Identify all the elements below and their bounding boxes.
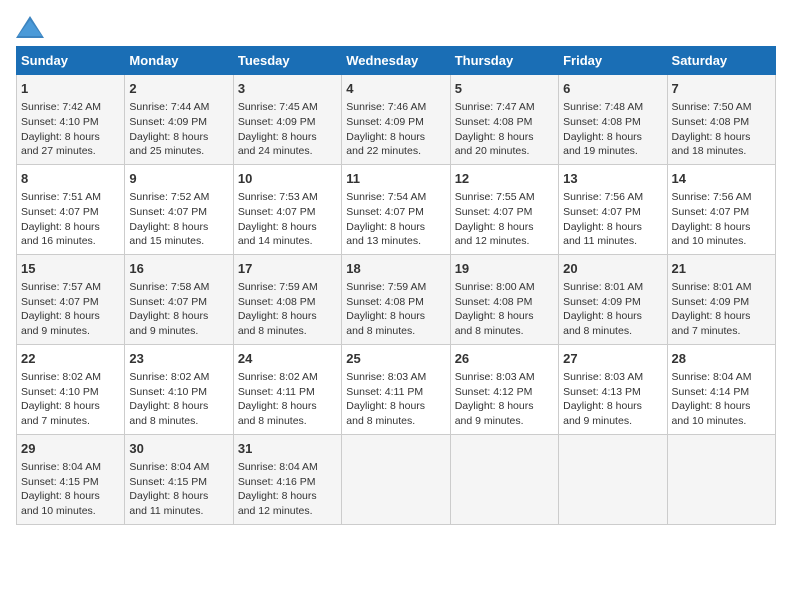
day-number: 31 [238, 440, 337, 458]
calendar-cell: 17Sunrise: 7:59 AMSunset: 4:08 PMDayligh… [233, 254, 341, 344]
day-number: 3 [238, 80, 337, 98]
calendar-cell: 27Sunrise: 8:03 AMSunset: 4:13 PMDayligh… [559, 344, 667, 434]
day-number: 17 [238, 260, 337, 278]
day-number: 14 [672, 170, 771, 188]
header-cell-thursday: Thursday [450, 47, 558, 75]
calendar-cell: 26Sunrise: 8:03 AMSunset: 4:12 PMDayligh… [450, 344, 558, 434]
day-number: 5 [455, 80, 554, 98]
calendar-cell [450, 434, 558, 524]
calendar-cell: 25Sunrise: 8:03 AMSunset: 4:11 PMDayligh… [342, 344, 450, 434]
calendar-cell: 11Sunrise: 7:54 AMSunset: 4:07 PMDayligh… [342, 164, 450, 254]
calendar-cell: 8Sunrise: 7:51 AMSunset: 4:07 PMDaylight… [17, 164, 125, 254]
header-cell-wednesday: Wednesday [342, 47, 450, 75]
day-number: 20 [563, 260, 662, 278]
calendar-cell: 7Sunrise: 7:50 AMSunset: 4:08 PMDaylight… [667, 75, 775, 165]
day-number: 27 [563, 350, 662, 368]
header-cell-friday: Friday [559, 47, 667, 75]
calendar-cell: 14Sunrise: 7:56 AMSunset: 4:07 PMDayligh… [667, 164, 775, 254]
day-number: 6 [563, 80, 662, 98]
calendar-cell: 22Sunrise: 8:02 AMSunset: 4:10 PMDayligh… [17, 344, 125, 434]
calendar-cell: 4Sunrise: 7:46 AMSunset: 4:09 PMDaylight… [342, 75, 450, 165]
calendar-table: SundayMondayTuesdayWednesdayThursdayFrid… [16, 46, 776, 525]
calendar-cell: 10Sunrise: 7:53 AMSunset: 4:07 PMDayligh… [233, 164, 341, 254]
day-number: 2 [129, 80, 228, 98]
header-cell-saturday: Saturday [667, 47, 775, 75]
day-number: 28 [672, 350, 771, 368]
calendar-cell: 20Sunrise: 8:01 AMSunset: 4:09 PMDayligh… [559, 254, 667, 344]
logo-icon [16, 16, 44, 38]
day-number: 12 [455, 170, 554, 188]
calendar-cell: 2Sunrise: 7:44 AMSunset: 4:09 PMDaylight… [125, 75, 233, 165]
calendar-header: SundayMondayTuesdayWednesdayThursdayFrid… [17, 47, 776, 75]
week-row-1: 1Sunrise: 7:42 AMSunset: 4:10 PMDaylight… [17, 75, 776, 165]
calendar-cell: 13Sunrise: 7:56 AMSunset: 4:07 PMDayligh… [559, 164, 667, 254]
calendar-cell: 15Sunrise: 7:57 AMSunset: 4:07 PMDayligh… [17, 254, 125, 344]
calendar-cell: 9Sunrise: 7:52 AMSunset: 4:07 PMDaylight… [125, 164, 233, 254]
week-row-5: 29Sunrise: 8:04 AMSunset: 4:15 PMDayligh… [17, 434, 776, 524]
day-number: 9 [129, 170, 228, 188]
calendar-cell [559, 434, 667, 524]
day-number: 8 [21, 170, 120, 188]
calendar-cell: 29Sunrise: 8:04 AMSunset: 4:15 PMDayligh… [17, 434, 125, 524]
week-row-3: 15Sunrise: 7:57 AMSunset: 4:07 PMDayligh… [17, 254, 776, 344]
header-cell-monday: Monday [125, 47, 233, 75]
calendar-cell: 5Sunrise: 7:47 AMSunset: 4:08 PMDaylight… [450, 75, 558, 165]
calendar-cell: 31Sunrise: 8:04 AMSunset: 4:16 PMDayligh… [233, 434, 341, 524]
calendar-cell: 6Sunrise: 7:48 AMSunset: 4:08 PMDaylight… [559, 75, 667, 165]
logo [16, 16, 48, 38]
week-row-2: 8Sunrise: 7:51 AMSunset: 4:07 PMDaylight… [17, 164, 776, 254]
day-number: 26 [455, 350, 554, 368]
day-number: 22 [21, 350, 120, 368]
day-number: 1 [21, 80, 120, 98]
day-number: 24 [238, 350, 337, 368]
calendar-cell: 28Sunrise: 8:04 AMSunset: 4:14 PMDayligh… [667, 344, 775, 434]
day-number: 10 [238, 170, 337, 188]
calendar-cell: 3Sunrise: 7:45 AMSunset: 4:09 PMDaylight… [233, 75, 341, 165]
calendar-cell: 24Sunrise: 8:02 AMSunset: 4:11 PMDayligh… [233, 344, 341, 434]
calendar-cell [342, 434, 450, 524]
day-number: 29 [21, 440, 120, 458]
calendar-cell: 12Sunrise: 7:55 AMSunset: 4:07 PMDayligh… [450, 164, 558, 254]
day-number: 19 [455, 260, 554, 278]
calendar-cell: 16Sunrise: 7:58 AMSunset: 4:07 PMDayligh… [125, 254, 233, 344]
day-number: 21 [672, 260, 771, 278]
day-number: 23 [129, 350, 228, 368]
calendar-cell: 21Sunrise: 8:01 AMSunset: 4:09 PMDayligh… [667, 254, 775, 344]
week-row-4: 22Sunrise: 8:02 AMSunset: 4:10 PMDayligh… [17, 344, 776, 434]
calendar-cell: 30Sunrise: 8:04 AMSunset: 4:15 PMDayligh… [125, 434, 233, 524]
day-number: 16 [129, 260, 228, 278]
day-number: 7 [672, 80, 771, 98]
calendar-cell: 23Sunrise: 8:02 AMSunset: 4:10 PMDayligh… [125, 344, 233, 434]
calendar-cell [667, 434, 775, 524]
day-number: 13 [563, 170, 662, 188]
header-cell-sunday: Sunday [17, 47, 125, 75]
header-cell-tuesday: Tuesday [233, 47, 341, 75]
header-row: SundayMondayTuesdayWednesdayThursdayFrid… [17, 47, 776, 75]
day-number: 11 [346, 170, 445, 188]
day-number: 15 [21, 260, 120, 278]
calendar-body: 1Sunrise: 7:42 AMSunset: 4:10 PMDaylight… [17, 75, 776, 525]
calendar-cell: 19Sunrise: 8:00 AMSunset: 4:08 PMDayligh… [450, 254, 558, 344]
calendar-cell: 1Sunrise: 7:42 AMSunset: 4:10 PMDaylight… [17, 75, 125, 165]
day-number: 4 [346, 80, 445, 98]
day-number: 25 [346, 350, 445, 368]
day-number: 18 [346, 260, 445, 278]
day-number: 30 [129, 440, 228, 458]
calendar-cell: 18Sunrise: 7:59 AMSunset: 4:08 PMDayligh… [342, 254, 450, 344]
page-header [16, 16, 776, 38]
